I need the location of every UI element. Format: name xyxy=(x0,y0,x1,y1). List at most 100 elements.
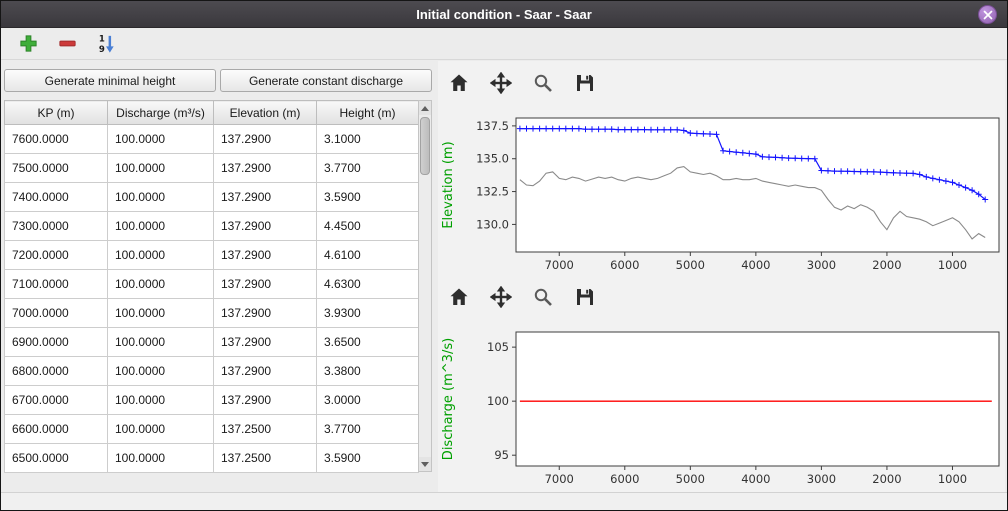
table-cell[interactable]: 3.5900 xyxy=(317,183,419,212)
table-cell[interactable]: 137.2500 xyxy=(214,444,317,473)
add-row-button[interactable] xyxy=(15,31,41,57)
table-cell[interactable]: 7300.0000 xyxy=(5,212,108,241)
scrollbar-track[interactable] xyxy=(419,115,431,457)
table-cell[interactable]: 137.2900 xyxy=(214,125,317,154)
x-tick-label: 5000 xyxy=(676,472,705,486)
x-tick-label: 1000 xyxy=(938,258,967,272)
table-cell[interactable]: 6500.0000 xyxy=(5,444,108,473)
titlebar[interactable]: Initial condition - Saar - Saar xyxy=(1,1,1007,28)
scroll-down-button[interactable] xyxy=(419,457,431,471)
table-cell[interactable]: 100.0000 xyxy=(108,328,214,357)
nav-pan-button-elevation[interactable] xyxy=(486,69,516,97)
table-cell[interactable]: 137.2900 xyxy=(214,212,317,241)
table-header-row: KP (m) Discharge (m³/s) Elevation (m) He… xyxy=(5,101,419,125)
window-title: Initial condition - Saar - Saar xyxy=(416,7,592,22)
data-table: KP (m) Discharge (m³/s) Elevation (m) He… xyxy=(4,100,419,473)
table-cell[interactable]: 3.3800 xyxy=(317,357,419,386)
table-row: 7100.0000100.0000137.29004.6300 xyxy=(5,270,419,299)
table-cell[interactable]: 100.0000 xyxy=(108,299,214,328)
table-cell[interactable]: 3.6500 xyxy=(317,328,419,357)
x-tick-label: 2000 xyxy=(872,258,901,272)
table-cell[interactable]: 6600.0000 xyxy=(5,415,108,444)
table-cell[interactable]: 3.5900 xyxy=(317,444,419,473)
table-cell[interactable]: 7000.0000 xyxy=(5,299,108,328)
table-row: 6700.0000100.0000137.29003.0000 xyxy=(5,386,419,415)
nav-zoom-button-elevation[interactable] xyxy=(528,69,558,97)
table-row: 6600.0000100.0000137.25003.7700 xyxy=(5,415,419,444)
table-cell[interactable]: 6800.0000 xyxy=(5,357,108,386)
table-cell[interactable]: 100.0000 xyxy=(108,212,214,241)
y-tick-label: 105 xyxy=(487,340,509,354)
nav-home-button-discharge[interactable] xyxy=(444,283,474,311)
table-row: 6800.0000100.0000137.29003.3800 xyxy=(5,357,419,386)
table-cell[interactable]: 7400.0000 xyxy=(5,183,108,212)
table-cell[interactable]: 3.0000 xyxy=(317,386,419,415)
column-header-discharge[interactable]: Discharge (m³/s) xyxy=(108,101,214,125)
close-button[interactable] xyxy=(978,5,997,24)
svg-text:1: 1 xyxy=(98,35,104,45)
nav-pan-button-discharge[interactable] xyxy=(486,283,516,311)
table-cell[interactable]: 7200.0000 xyxy=(5,241,108,270)
generate-minimal-height-button[interactable]: Generate minimal height xyxy=(4,69,216,92)
table-cell[interactable]: 100.0000 xyxy=(108,386,214,415)
table-body: 7600.0000100.0000137.29003.10007500.0000… xyxy=(5,125,419,473)
nav-save-button-discharge[interactable] xyxy=(570,283,600,311)
table-cell[interactable]: 7100.0000 xyxy=(5,270,108,299)
table-cell[interactable]: 3.1000 xyxy=(317,125,419,154)
table-cell[interactable]: 6700.0000 xyxy=(5,386,108,415)
x-tick-label: 3000 xyxy=(807,472,836,486)
table-cell[interactable]: 3.7700 xyxy=(317,154,419,183)
table-cell[interactable]: 100.0000 xyxy=(108,183,214,212)
table-cell[interactable]: 100.0000 xyxy=(108,357,214,386)
table-cell[interactable]: 137.2900 xyxy=(214,357,317,386)
column-header-kp[interactable]: KP (m) xyxy=(5,101,108,125)
nav-save-button-elevation[interactable] xyxy=(570,69,600,97)
table-cell[interactable]: 137.2900 xyxy=(214,299,317,328)
table-row: 7000.0000100.0000137.29003.9300 xyxy=(5,299,419,328)
table-cell[interactable]: 100.0000 xyxy=(108,270,214,299)
table-cell[interactable]: 4.6300 xyxy=(317,270,419,299)
table-cell[interactable]: 137.2900 xyxy=(214,241,317,270)
table-cell[interactable]: 100.0000 xyxy=(108,154,214,183)
table-cell[interactable]: 6900.0000 xyxy=(5,328,108,357)
pan-icon xyxy=(490,286,512,308)
remove-row-button[interactable] xyxy=(54,31,80,57)
table-cell[interactable]: 100.0000 xyxy=(108,241,214,270)
app-toolbar: 1 9 xyxy=(1,28,1007,60)
generate-constant-discharge-button[interactable]: Generate constant discharge xyxy=(220,69,432,92)
add-row-icon xyxy=(18,33,39,54)
pan-icon xyxy=(490,72,512,94)
table-cell[interactable]: 137.2900 xyxy=(214,386,317,415)
close-icon xyxy=(983,10,993,20)
zoom-icon xyxy=(532,286,554,308)
elevation-chart[interactable]: 7000600050004000300020001000137.5135.013… xyxy=(438,105,1005,279)
x-tick-label: 5000 xyxy=(676,258,705,272)
table-cell[interactable]: 137.2900 xyxy=(214,183,317,212)
elevation-plot-toolbar xyxy=(444,69,600,97)
discharge-chart[interactable]: 700060005000400030002000100010510095Disc… xyxy=(438,319,1005,493)
table-cell[interactable]: 137.2900 xyxy=(214,270,317,299)
table-scrollbar[interactable] xyxy=(418,100,432,472)
scroll-up-button[interactable] xyxy=(419,101,431,115)
column-header-elevation[interactable]: Elevation (m) xyxy=(214,101,317,125)
table-cell[interactable]: 100.0000 xyxy=(108,444,214,473)
nav-home-button-elevation[interactable] xyxy=(444,69,474,97)
column-header-height[interactable]: Height (m) xyxy=(317,101,419,125)
table-cell[interactable]: 3.7700 xyxy=(317,415,419,444)
table-cell[interactable]: 7500.0000 xyxy=(5,154,108,183)
nav-zoom-button-discharge[interactable] xyxy=(528,283,558,311)
sort-numeric-button[interactable]: 1 9 xyxy=(93,31,119,57)
table-cell[interactable]: 7600.0000 xyxy=(5,125,108,154)
status-bar xyxy=(1,492,1007,510)
table-cell[interactable]: 100.0000 xyxy=(108,415,214,444)
table-cell[interactable]: 137.2500 xyxy=(214,415,317,444)
table-cell[interactable]: 4.4500 xyxy=(317,212,419,241)
x-tick-label: 6000 xyxy=(610,472,639,486)
table-cell[interactable]: 4.6100 xyxy=(317,241,419,270)
table-cell[interactable]: 100.0000 xyxy=(108,125,214,154)
table-cell[interactable]: 137.2900 xyxy=(214,154,317,183)
table-cell[interactable]: 3.9300 xyxy=(317,299,419,328)
table-cell[interactable]: 137.2900 xyxy=(214,328,317,357)
scrollbar-thumb[interactable] xyxy=(420,117,430,175)
x-tick-label: 7000 xyxy=(545,472,574,486)
